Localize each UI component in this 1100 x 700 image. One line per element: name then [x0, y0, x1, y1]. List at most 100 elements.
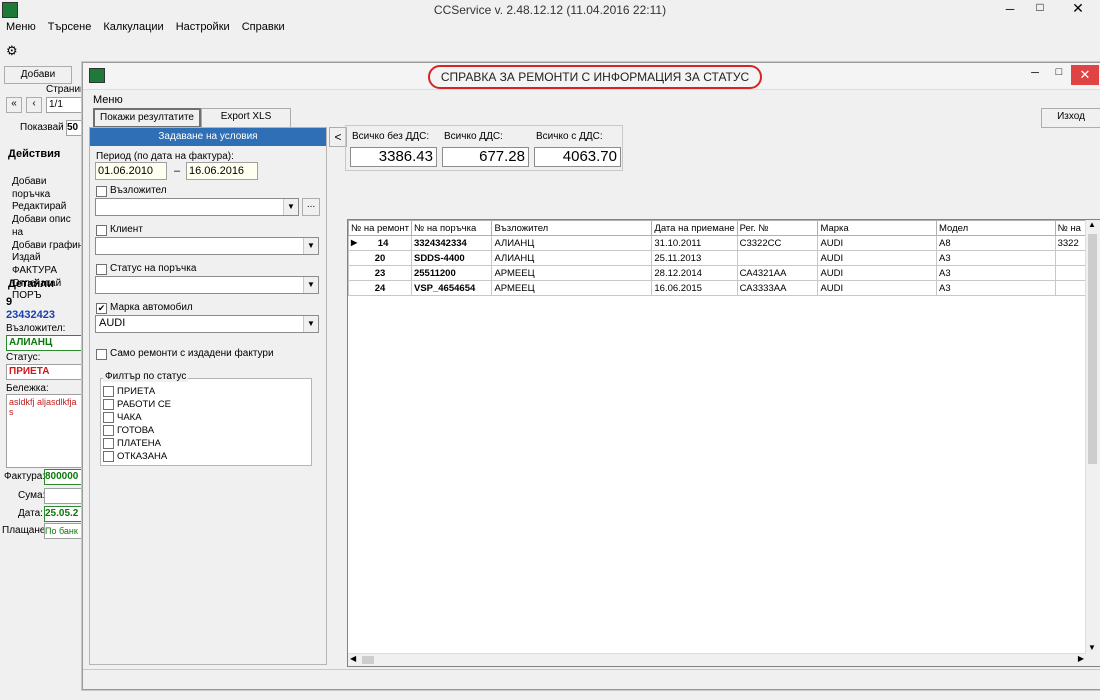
- total-with-vat-value: 4063.70: [534, 147, 621, 167]
- menu-item-menu[interactable]: Меню: [6, 20, 36, 34]
- status-option-paid[interactable]: ПЛАТЕНА: [103, 437, 171, 450]
- status-ready-checkbox[interactable]: [103, 424, 114, 436]
- table-row[interactable]: 20 SDDS-4400 АЛИАНЦ 25.11.2013 AUDI A3: [348, 250, 1100, 266]
- insurer-label: Възложител:: [6, 323, 66, 334]
- scroll-right-icon[interactable]: ▶: [1078, 654, 1084, 663]
- chevron-down-icon[interactable]: ▼: [303, 277, 318, 293]
- chevron-down-icon[interactable]: ▼: [303, 238, 318, 254]
- client-checkbox[interactable]: [96, 225, 107, 236]
- total-vat-value: 677.28: [442, 147, 529, 167]
- insurer-combo[interactable]: ▼: [95, 198, 299, 216]
- status-option-rejected[interactable]: ОТКАЗАНА: [103, 450, 171, 463]
- status-accepted-checkbox[interactable]: [103, 385, 114, 397]
- close-button[interactable]: ✕: [1064, 0, 1092, 17]
- dialog-maximize-button[interactable]: □: [1051, 66, 1067, 78]
- menu-item-reports[interactable]: Справки: [242, 20, 285, 34]
- col-header-reg-number[interactable]: Рег. №: [736, 220, 819, 236]
- sum-field[interactable]: [44, 488, 82, 504]
- action-add-order[interactable]: Добави поръчка: [12, 176, 84, 201]
- period-label: Период (по дата на фактура):: [96, 151, 234, 162]
- dialog-close-button[interactable]: ✕: [1071, 65, 1099, 85]
- status-paid-checkbox[interactable]: [103, 437, 114, 449]
- menu-item-settings[interactable]: Настройки: [176, 20, 230, 34]
- table-row[interactable]: 23 25511200 АРМЕЕЦ 28.12.2014 СА4321АА A…: [348, 265, 1100, 281]
- detail-order-number: 23432423: [6, 309, 55, 321]
- only-invoiced-checkbox[interactable]: [96, 349, 107, 360]
- date-from-field[interactable]: 01.06.2010: [95, 162, 167, 180]
- cell-order-number: 25511200: [410, 265, 493, 281]
- action-issue-invoice[interactable]: Издай ФАКТУРА: [12, 252, 84, 277]
- chevron-down-icon[interactable]: ▼: [283, 199, 298, 215]
- status-in-progress-checkbox[interactable]: [103, 398, 114, 410]
- add-tab[interactable]: Добави: [4, 66, 72, 84]
- chevron-down-icon[interactable]: ▼: [303, 316, 318, 332]
- dialog-minimize-button[interactable]: ─: [1027, 67, 1043, 79]
- dialog-title-bar: СПРАВКА ЗА РЕМОНТИ С ИНФОРМАЦИЯ ЗА СТАТУ…: [83, 63, 1100, 90]
- table-row[interactable]: 24 VSP_4654654 АРМЕЕЦ 16.06.2015 СА3333А…: [348, 280, 1100, 296]
- show-results-button[interactable]: Покажи резултатите: [93, 108, 201, 128]
- status-option-in-progress[interactable]: РАБОТИ СЕ: [103, 398, 171, 411]
- status-option-ready[interactable]: ГОТОВА: [103, 424, 171, 437]
- cell-brand: AUDI: [817, 235, 937, 251]
- menu-item-calculations[interactable]: Калкулации: [103, 20, 163, 34]
- brand-checkbox[interactable]: ✔: [96, 303, 107, 314]
- insurer-more-button[interactable]: ...: [302, 198, 320, 216]
- scroll-down-icon[interactable]: ▼: [1088, 643, 1096, 652]
- status-rejected-checkbox[interactable]: [103, 450, 114, 462]
- horizontal-scrollbar[interactable]: ◀ ▶: [348, 653, 1086, 666]
- col-header-order-number[interactable]: № на поръчка: [410, 220, 493, 236]
- only-invoiced-label: Само ремонти с издадени фактури: [110, 348, 274, 359]
- menu-item-search[interactable]: Търсене: [48, 20, 92, 34]
- exit-button[interactable]: Изход: [1041, 108, 1100, 128]
- grid-header-row: № на ремонт № на поръчка Възложител Дата…: [348, 220, 1100, 236]
- scroll-thumb[interactable]: [1088, 234, 1097, 464]
- scroll-up-icon[interactable]: ▲: [1088, 220, 1096, 229]
- status-filter-label: Филтър по статус: [103, 371, 189, 382]
- status-option-waiting[interactable]: ЧАКА: [103, 411, 171, 424]
- action-add-schedule[interactable]: Добави графин: [12, 240, 84, 253]
- client-filter-label: Клиент: [110, 224, 143, 235]
- col-header-brand[interactable]: Марка: [817, 220, 937, 236]
- col-header-insurer[interactable]: Възложител: [491, 220, 653, 236]
- prev-page-button[interactable]: ‹: [26, 97, 42, 113]
- minimize-button[interactable]: ─: [1000, 2, 1020, 16]
- dialog-menu[interactable]: Меню: [93, 94, 123, 106]
- col-header-date-received[interactable]: Дата на приемане: [651, 220, 738, 236]
- cell-model: A3: [936, 250, 1056, 266]
- date-to-field[interactable]: 16.06.2016: [186, 162, 258, 180]
- status-option-accepted[interactable]: ПРИЕТА: [103, 385, 171, 398]
- dialog-status-bar: [83, 669, 1100, 688]
- action-add-inventory[interactable]: Добави опис на: [12, 214, 84, 239]
- actions-header: Действия: [8, 148, 61, 160]
- brand-combo[interactable]: AUDI ▼: [95, 315, 319, 333]
- order-status-combo[interactable]: ▼: [95, 276, 319, 294]
- cell-order-number: 3324342334: [410, 235, 493, 251]
- total-no-vat-label: Всичко без ДДС:: [352, 131, 430, 142]
- sum-label: Сума:: [18, 490, 46, 501]
- results-grid: № на ремонт № на поръчка Възложител Дата…: [347, 219, 1100, 667]
- cell-insurer: АРМЕЕЦ: [491, 280, 653, 296]
- insurer-checkbox[interactable]: [96, 186, 107, 197]
- note-field[interactable]: asldkfj aljasdlkfja s: [6, 394, 82, 468]
- client-combo[interactable]: ▼: [95, 237, 319, 255]
- settings-gear-icon[interactable]: ⚙: [6, 43, 18, 59]
- maximize-button[interactable]: □: [1030, 0, 1050, 14]
- cell-insurer: АЛИАНЦ: [491, 250, 653, 266]
- status-waiting-checkbox[interactable]: [103, 411, 114, 423]
- hscroll-thumb[interactable]: [362, 656, 374, 664]
- col-header-model[interactable]: Модел: [936, 220, 1056, 236]
- first-page-button[interactable]: «: [6, 97, 22, 113]
- vertical-scrollbar[interactable]: ▲ ▼: [1085, 220, 1100, 666]
- col-header-repair-number[interactable]: № на ремонт: [348, 220, 412, 236]
- invoice-label: Фактура:: [4, 471, 46, 482]
- action-edit[interactable]: Редактирай: [12, 201, 84, 214]
- order-status-checkbox[interactable]: [96, 264, 107, 275]
- totals-area: Всичко без ДДС: 3386.43 Всичко ДДС: 677.…: [345, 125, 623, 171]
- cell-model: A3: [936, 265, 1056, 281]
- export-xls-button[interactable]: Export XLS: [201, 108, 291, 128]
- table-row[interactable]: ▶ 14 3324342334 АЛИАНЦ 31.10.2011 С3322СС…: [348, 235, 1100, 251]
- scroll-left-icon[interactable]: ◀: [350, 654, 356, 663]
- page-field[interactable]: 1/1: [46, 97, 86, 113]
- cell-reg-number: [736, 250, 819, 266]
- date-value: 25.05.2: [44, 506, 82, 522]
